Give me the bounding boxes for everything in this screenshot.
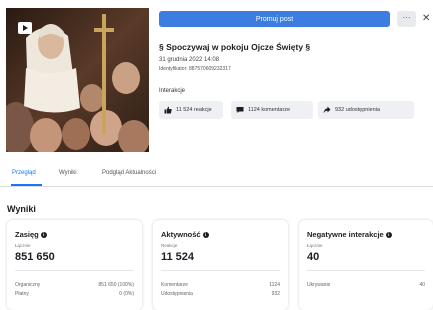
comment-icon xyxy=(236,107,244,113)
post-identifier: Identyfikator: 887570609232317 xyxy=(159,66,231,72)
card-divider xyxy=(161,270,280,271)
engagement-card-value: 11 524 xyxy=(161,251,195,263)
info-icon[interactable]: i xyxy=(40,231,47,238)
reactions-count: 11 524 reakcje xyxy=(176,107,212,113)
paid-label: Płatny xyxy=(15,291,29,297)
comments-value: 1124 xyxy=(269,282,280,288)
reach-card-title-wrap: Zasięg i xyxy=(15,230,47,239)
engagement-card-title: Aktywność xyxy=(161,230,201,239)
tab-results[interactable]: Wyniki xyxy=(59,170,77,176)
shares-label: Udostępnienia xyxy=(161,291,193,297)
engagement-card: Aktywność i Reakcje 11 524 Komentarze 11… xyxy=(153,220,288,310)
reach-card-title: Zasięg xyxy=(15,230,39,239)
reach-card-subtitle: Łącznie xyxy=(15,243,31,248)
interactions-label: Interakcje xyxy=(159,88,186,94)
close-icon[interactable]: ✕ xyxy=(422,11,433,27)
tabs-divider xyxy=(0,186,433,187)
reactions-chip[interactable]: 11 524 reakcje xyxy=(159,101,223,119)
comments-count: 1124 komentarze xyxy=(248,107,291,113)
hiding-label: Ukrywanie xyxy=(307,282,331,288)
card-divider xyxy=(15,270,134,271)
post-title: § Spoczywaj w pokoju Ojcze Święty § xyxy=(159,42,311,52)
negative-interactions-card: Negatywne interakcje i Łącznie 40 Ukrywa… xyxy=(299,220,433,310)
card-divider xyxy=(307,270,425,271)
tab-feed-preview[interactable]: Podgląd Aktualności xyxy=(102,170,156,176)
thumbs-up-icon xyxy=(164,106,172,114)
shares-count: 932 udostępnienia xyxy=(335,107,380,113)
results-heading: Wyniki xyxy=(7,204,36,214)
negative-card-title: Negatywne interakcje xyxy=(307,230,384,239)
post-date: 31 grudnia 2022 14:08 xyxy=(159,57,220,63)
video-icon xyxy=(18,22,32,34)
info-icon[interactable]: i xyxy=(385,231,392,238)
paid-value: 0 (0%) xyxy=(119,291,134,297)
share-icon xyxy=(323,106,331,114)
tab-overview[interactable]: Przegląd xyxy=(12,170,36,176)
info-icon[interactable]: i xyxy=(202,231,209,238)
promote-post-button[interactable]: Promuj post xyxy=(159,11,390,27)
engagement-card-title-wrap: Aktywność i xyxy=(161,230,209,239)
negative-card-value: 40 xyxy=(307,251,320,263)
more-options-button[interactable]: ··· xyxy=(397,11,416,27)
hiding-value: 40 xyxy=(419,282,425,288)
comments-label: Komentarze xyxy=(161,282,188,288)
organic-value: 851 650 (100%) xyxy=(98,282,134,288)
reach-card-value: 851 650 xyxy=(15,251,55,263)
comments-chip[interactable]: 1124 komentarze xyxy=(231,101,313,119)
negative-card-subtitle: Łącznie xyxy=(307,243,323,248)
post-thumbnail[interactable] xyxy=(6,8,149,152)
organic-label: Organiczny xyxy=(15,282,41,288)
shares-value: 932 xyxy=(271,291,280,297)
reach-card: Zasięg i Łącznie 851 650 Organiczny 851 … xyxy=(7,220,142,310)
engagement-card-subtitle: Reakcje xyxy=(161,243,178,248)
shares-chip[interactable]: 932 udostępnienia xyxy=(318,101,414,119)
negative-card-title-wrap: Negatywne interakcje i xyxy=(307,230,392,239)
